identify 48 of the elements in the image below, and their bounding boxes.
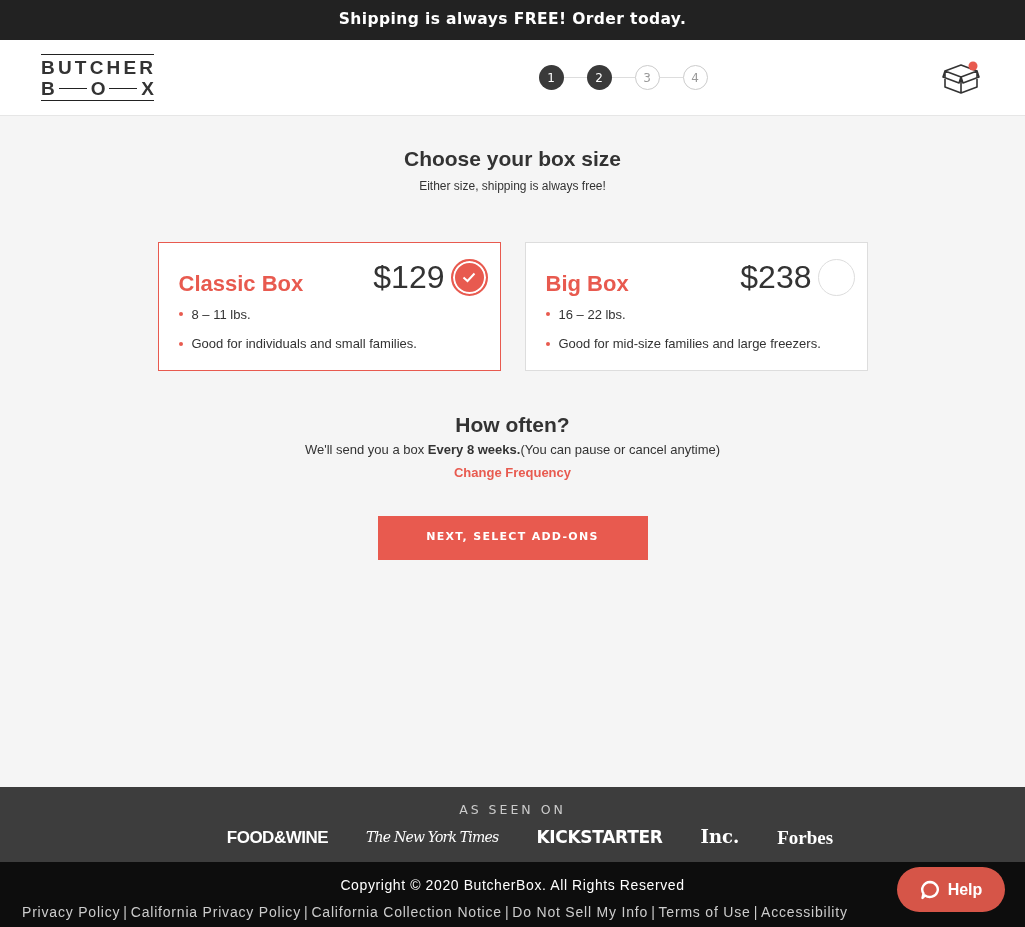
step-indicator: 3 [634,65,660,90]
box-price: $129 [373,261,445,293]
footer-link[interactable]: Terms of Use [658,904,751,920]
link-separator: | [753,904,759,920]
chat-icon [919,879,940,900]
box-price: $238 [740,261,812,293]
help-button[interactable]: Help [897,867,1005,912]
press-logo: The New York Times [366,830,499,845]
step-indicator: 1 [538,65,564,90]
feature-text: 16 – 22 lbs. [558,305,626,324]
press-logo: Forbes [777,827,834,847]
footer-link[interactable]: Do Not Sell My Info [512,904,649,920]
bullet-icon [545,341,550,346]
page-title: Choose your box size [402,146,622,172]
box-name: Classic Box [178,269,304,298]
feature-text: Good for mid-size families and large freezers. [558,335,821,353]
footer-link[interactable]: California Privacy Policy [130,904,301,920]
logo[interactable]: BUTCHER B O X [41,54,154,101]
press-logo: FOOD&WINE [226,828,329,846]
box-name: Big Box [545,269,629,298]
check-icon [462,271,476,283]
feature-text: 8 – 11 lbs. [191,305,251,324]
press-logo: KICKSTARTER [536,828,663,846]
next-button[interactable]: NEXT, SELECT ADD-ONS [377,515,648,560]
feature-text: Good for individuals and small families. [191,335,417,353]
bullet-icon [545,312,550,317]
link-separator: | [123,904,128,920]
box-option-card[interactable]: Classic Box $129 8 – 11 lbs. Good for individuals and small families. [157,241,501,371]
bullet-icon [178,312,183,317]
radio-button[interactable] [450,258,488,296]
copyright-text: Copyright © 2020 ButcherBox. All Rights Reserved [340,876,685,895]
section-title: How often? [454,411,571,438]
link-separator: | [504,904,510,920]
bullet-icon [178,341,183,346]
footer-link[interactable]: California Collection Notice [311,904,502,920]
footer-link[interactable]: Accessibility [761,904,848,920]
link-separator: | [651,904,656,920]
promo-text: Shipping is always FREE! Order today. [338,9,687,31]
press-title: AS SEEN ON [458,801,567,819]
subtitle: Either size, shipping is always free! [418,177,607,195]
press-logo: Inc. [700,828,740,847]
footer-link[interactable]: Privacy Policy [22,904,121,920]
box-icon[interactable] [942,60,980,95]
step-indicator: 2 [586,65,612,90]
step-indicator: 4 [682,65,708,90]
box-option-card[interactable]: Big Box $238 16 – 22 lbs. Good for mid-size families and large freezers. [524,241,868,371]
link-separator: | [303,904,309,920]
frequency-text: We'll send you a box Every 8 weeks.(You can pause or cancel anytime) [303,441,722,459]
